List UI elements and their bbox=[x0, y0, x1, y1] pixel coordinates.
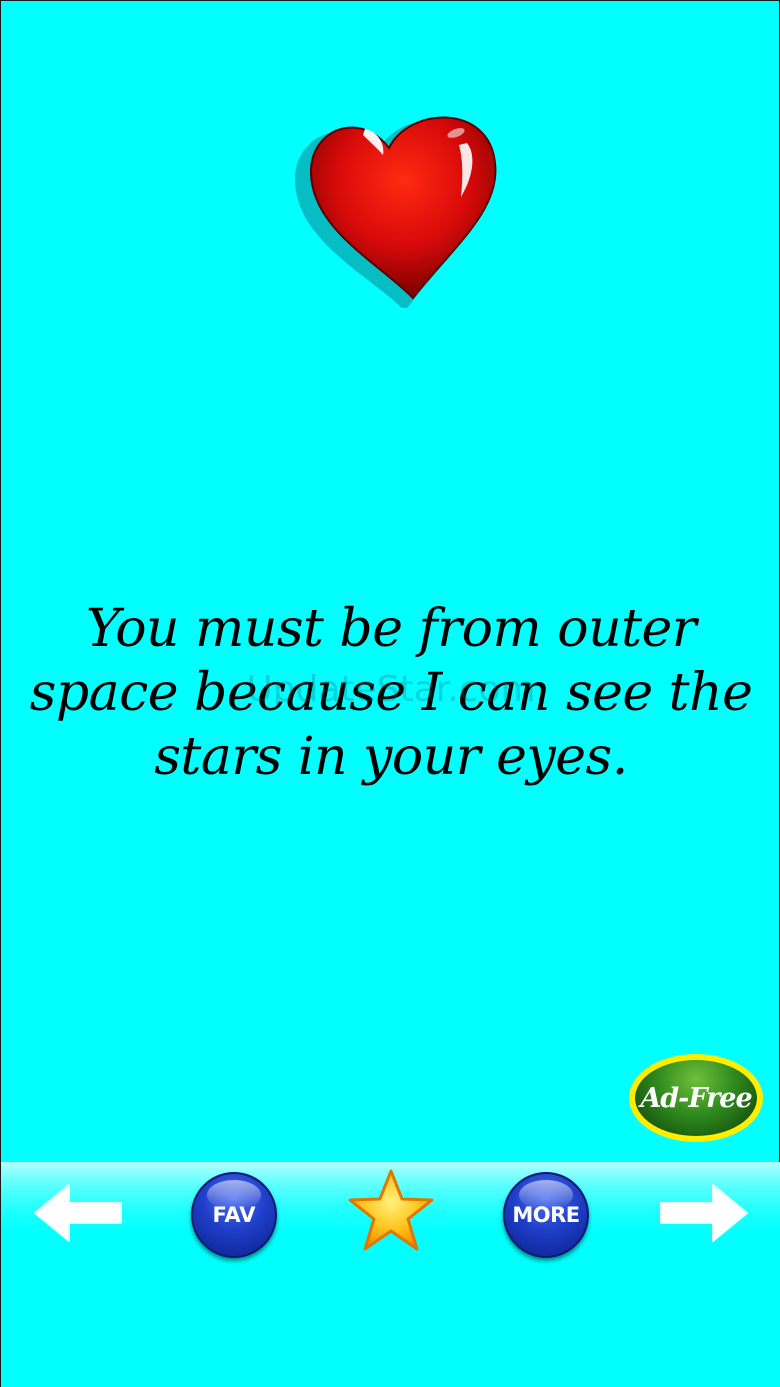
ad-free-button[interactable]: Ad-Free bbox=[629, 1054, 763, 1142]
more-button-label: MORE bbox=[512, 1203, 580, 1227]
fav-button-label: FAV bbox=[212, 1203, 256, 1227]
ad-free-badge: Ad-Free bbox=[635, 1060, 757, 1136]
star-icon[interactable] bbox=[346, 1167, 436, 1255]
pickup-line-text: You must be from outer space because I c… bbox=[29, 599, 753, 787]
ad-free-label: Ad-Free bbox=[640, 1082, 752, 1114]
heart-icon bbox=[294, 116, 497, 308]
more-button[interactable]: MORE bbox=[503, 1172, 589, 1258]
arrow-right-icon[interactable] bbox=[657, 1181, 751, 1245]
arrow-left-icon[interactable] bbox=[31, 1181, 125, 1245]
fav-button[interactable]: FAV bbox=[191, 1172, 277, 1258]
app-screen: You must be from outer space because I c… bbox=[0, 0, 780, 1387]
